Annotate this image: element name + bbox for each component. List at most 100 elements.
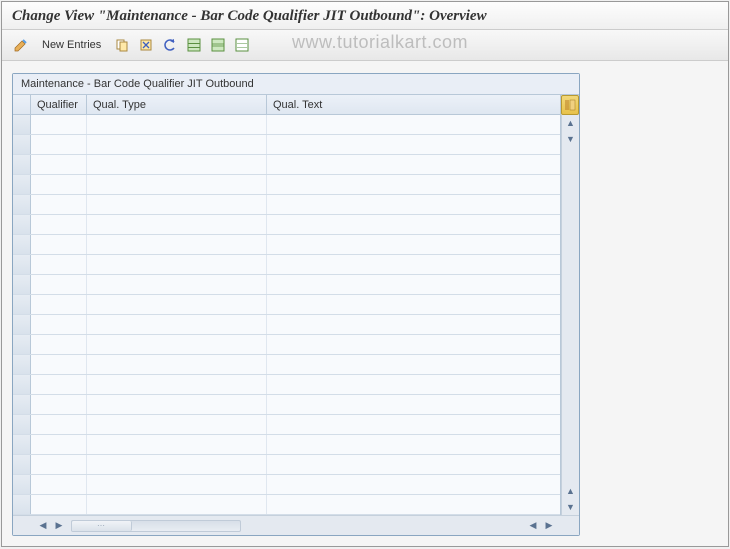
table-row[interactable] (13, 315, 560, 335)
cell-qualifier[interactable] (31, 215, 87, 234)
table-row[interactable] (13, 495, 560, 515)
row-selector[interactable] (13, 175, 31, 194)
scroll-left-end-icon[interactable]: ◀ (526, 519, 540, 533)
table-row[interactable] (13, 475, 560, 495)
scroll-left-icon[interactable]: ◀ (36, 519, 50, 533)
scroll-right-icon[interactable]: ▶ (52, 519, 66, 533)
table-row[interactable] (13, 455, 560, 475)
cell-qualifier[interactable] (31, 355, 87, 374)
cell-qual-text[interactable] (267, 395, 560, 414)
delete-icon[interactable] (135, 34, 157, 56)
table-row[interactable] (13, 295, 560, 315)
cell-qual-text[interactable] (267, 335, 560, 354)
row-selector[interactable] (13, 135, 31, 154)
cell-qual-type[interactable] (87, 215, 267, 234)
scroll-up-bottom-icon[interactable]: ▲ (564, 484, 578, 498)
cell-qual-type[interactable] (87, 235, 267, 254)
horizontal-scroll-thumb[interactable]: ⋯ (72, 521, 132, 531)
toggle-display-change-icon[interactable] (10, 34, 32, 56)
table-row[interactable] (13, 275, 560, 295)
cell-qual-text[interactable] (267, 415, 560, 434)
new-entries-button[interactable]: New Entries (34, 34, 109, 56)
cell-qual-type[interactable] (87, 315, 267, 334)
cell-qualifier[interactable] (31, 295, 87, 314)
table-row[interactable] (13, 255, 560, 275)
cell-qualifier[interactable] (31, 415, 87, 434)
cell-qual-type[interactable] (87, 355, 267, 374)
cell-qual-text[interactable] (267, 175, 560, 194)
cell-qual-text[interactable] (267, 475, 560, 494)
row-selector[interactable] (13, 335, 31, 354)
select-all-column-header[interactable] (13, 95, 31, 114)
scroll-right-end-icon[interactable]: ▶ (542, 519, 556, 533)
cell-qual-text[interactable] (267, 195, 560, 214)
table-row[interactable] (13, 175, 560, 195)
row-selector[interactable] (13, 295, 31, 314)
cell-qual-type[interactable] (87, 435, 267, 454)
cell-qual-text[interactable] (267, 375, 560, 394)
cell-qualifier[interactable] (31, 155, 87, 174)
row-selector[interactable] (13, 415, 31, 434)
cell-qualifier[interactable] (31, 315, 87, 334)
cell-qualifier[interactable] (31, 495, 87, 514)
table-row[interactable] (13, 155, 560, 175)
table-settings-icon[interactable] (561, 95, 579, 115)
copy-as-icon[interactable] (111, 34, 133, 56)
row-selector[interactable] (13, 395, 31, 414)
row-selector[interactable] (13, 455, 31, 474)
cell-qualifier[interactable] (31, 255, 87, 274)
undo-change-icon[interactable] (159, 34, 181, 56)
table-row[interactable] (13, 115, 560, 135)
cell-qual-text[interactable] (267, 115, 560, 134)
row-selector[interactable] (13, 275, 31, 294)
cell-qual-text[interactable] (267, 295, 560, 314)
row-selector[interactable] (13, 235, 31, 254)
cell-qual-text[interactable] (267, 155, 560, 174)
cell-qual-text[interactable] (267, 435, 560, 454)
vertical-scrollbar[interactable]: ▲ ▼ ▲ ▼ (561, 115, 579, 515)
row-selector[interactable] (13, 115, 31, 134)
cell-qual-type[interactable] (87, 255, 267, 274)
cell-qualifier[interactable] (31, 335, 87, 354)
column-header-qualifier[interactable]: Qualifier (31, 95, 87, 114)
row-selector[interactable] (13, 255, 31, 274)
cell-qual-type[interactable] (87, 455, 267, 474)
row-selector[interactable] (13, 215, 31, 234)
row-selector[interactable] (13, 475, 31, 494)
cell-qual-type[interactable] (87, 335, 267, 354)
table-row[interactable] (13, 215, 560, 235)
table-row[interactable] (13, 375, 560, 395)
cell-qual-text[interactable] (267, 455, 560, 474)
column-header-qual-text[interactable]: Qual. Text (267, 95, 560, 114)
column-header-qual-type[interactable]: Qual. Type (87, 95, 267, 114)
cell-qual-type[interactable] (87, 295, 267, 314)
cell-qual-type[interactable] (87, 115, 267, 134)
table-row[interactable] (13, 415, 560, 435)
cell-qualifier[interactable] (31, 375, 87, 394)
cell-qualifier[interactable] (31, 235, 87, 254)
cell-qual-type[interactable] (87, 375, 267, 394)
row-selector[interactable] (13, 355, 31, 374)
table-row[interactable] (13, 435, 560, 455)
cell-qualifier[interactable] (31, 115, 87, 134)
cell-qual-text[interactable] (267, 215, 560, 234)
cell-qualifier[interactable] (31, 175, 87, 194)
cell-qual-text[interactable] (267, 275, 560, 294)
cell-qual-type[interactable] (87, 395, 267, 414)
table-row[interactable] (13, 135, 560, 155)
table-row[interactable] (13, 355, 560, 375)
cell-qual-type[interactable] (87, 155, 267, 174)
cell-qual-type[interactable] (87, 175, 267, 194)
table-row[interactable] (13, 395, 560, 415)
cell-qualifier[interactable] (31, 135, 87, 154)
cell-qual-text[interactable] (267, 255, 560, 274)
horizontal-scrollbar[interactable]: ◀ ▶ ⋯ ◀ ▶ (13, 515, 579, 535)
cell-qual-type[interactable] (87, 195, 267, 214)
cell-qual-type[interactable] (87, 495, 267, 514)
cell-qualifier[interactable] (31, 455, 87, 474)
row-selector[interactable] (13, 155, 31, 174)
cell-qualifier[interactable] (31, 275, 87, 294)
cell-qualifier[interactable] (31, 435, 87, 454)
cell-qual-type[interactable] (87, 275, 267, 294)
select-block-icon[interactable] (207, 34, 229, 56)
